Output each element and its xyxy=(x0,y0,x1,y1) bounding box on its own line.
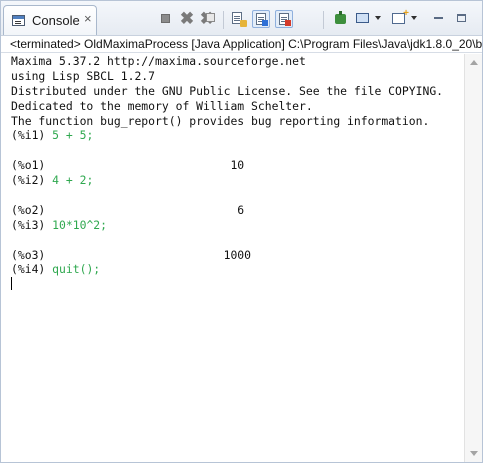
process-label: <terminated> OldMaximaProcess [Java Appl… xyxy=(1,36,482,53)
stderr-marker-icon xyxy=(285,20,291,26)
console-line: using Lisp SBCL 1.2.7 xyxy=(11,69,464,84)
pin-icon xyxy=(335,11,346,24)
vertical-scrollbar[interactable] xyxy=(464,54,482,462)
console-output-text: The function bug_report() provides bug r… xyxy=(11,113,430,128)
console-output-text: (%o3) 1000 xyxy=(11,247,252,262)
console-line: (%i1) 5 + 5; xyxy=(11,128,464,143)
lock-icon xyxy=(240,20,247,27)
chevron-down-icon[interactable] xyxy=(375,16,381,20)
console-output-text: Distributed under the GNU Public License… xyxy=(11,83,444,98)
display-console-icon xyxy=(356,13,369,23)
console-output-text: using Lisp SBCL 1.2.7 xyxy=(11,68,156,83)
display-selected-console-button[interactable] xyxy=(354,10,372,28)
chevron-down-icon[interactable] xyxy=(411,16,417,20)
console-line: (%o2) 6 xyxy=(11,203,464,218)
scroll-down-icon[interactable] xyxy=(470,451,478,456)
console-line: Distributed under the GNU Public License… xyxy=(11,84,464,99)
terminate-button[interactable] xyxy=(157,10,175,28)
console-input-text: quit(); xyxy=(52,262,101,277)
maximize-button[interactable] xyxy=(453,10,471,28)
open-console-icon xyxy=(392,8,409,24)
console-line: Maxima 5.37.2 http://maxima.sourceforge.… xyxy=(11,54,464,69)
console-output-text: (%i3) xyxy=(11,217,53,232)
pin-console-button[interactable] xyxy=(332,10,350,28)
console-line: (%i4) quit(); xyxy=(11,262,464,277)
tab-console[interactable]: Console × xyxy=(3,5,97,35)
console-line: (%o1) 10 xyxy=(11,158,464,173)
console-input-text: 4 + 2; xyxy=(52,173,94,188)
minimize-button[interactable] xyxy=(430,10,448,28)
close-icon[interactable]: × xyxy=(84,12,92,26)
console-output-text: (%o1) 10 xyxy=(11,158,245,173)
console-icon xyxy=(12,15,25,26)
console-window: Console × ✖ ✖ + <terminated> OldMaximaPr… xyxy=(0,0,483,463)
open-console-button[interactable] xyxy=(390,8,409,28)
console-input-text: 10*10^2; xyxy=(52,217,108,232)
console-output-text: Dedicated to the memory of William Schel… xyxy=(11,98,313,113)
console-line: (%o3) 1000 xyxy=(11,248,464,263)
console-output-text: Maxima 5.37.2 http://maxima.sourceforge.… xyxy=(11,54,306,68)
show-console-on-stdout-button[interactable] xyxy=(252,10,270,28)
show-console-on-stderr-button[interactable] xyxy=(275,10,293,28)
console-line xyxy=(11,277,464,292)
console-output-text: (%i2) xyxy=(11,173,53,188)
console-line: Dedicated to the memory of William Schel… xyxy=(11,99,464,114)
console-output-text: (%i4) xyxy=(11,262,53,277)
toolbar-separator xyxy=(223,11,224,29)
console-output-text: (%i1) xyxy=(11,128,53,143)
toolbar-separator xyxy=(323,11,324,29)
text-caret xyxy=(11,277,12,291)
scroll-up-icon[interactable] xyxy=(470,60,478,65)
remove-all-terminated-button[interactable]: ✖ xyxy=(198,10,216,28)
console-output[interactable]: Maxima 5.37.2 http://maxima.sourceforge.… xyxy=(1,54,464,462)
console-output-text: (%o2) 6 xyxy=(11,202,245,217)
console-input-text: 5 + 5; xyxy=(52,128,94,143)
view-toolbar: Console × ✖ ✖ xyxy=(1,1,482,36)
tab-console-label: Console xyxy=(32,13,80,28)
remove-launch-button[interactable]: ✖ xyxy=(178,10,196,28)
console-line: (%i2) 4 + 2; xyxy=(11,173,464,188)
console-line: The function bug_report() provides bug r… xyxy=(11,114,464,129)
console-line: (%i3) 10*10^2; xyxy=(11,218,464,233)
scroll-lock-button[interactable] xyxy=(229,10,247,28)
console-text: Maxima 5.37.2 http://maxima.sourceforge.… xyxy=(1,54,464,292)
stdout-marker-icon xyxy=(262,20,268,26)
